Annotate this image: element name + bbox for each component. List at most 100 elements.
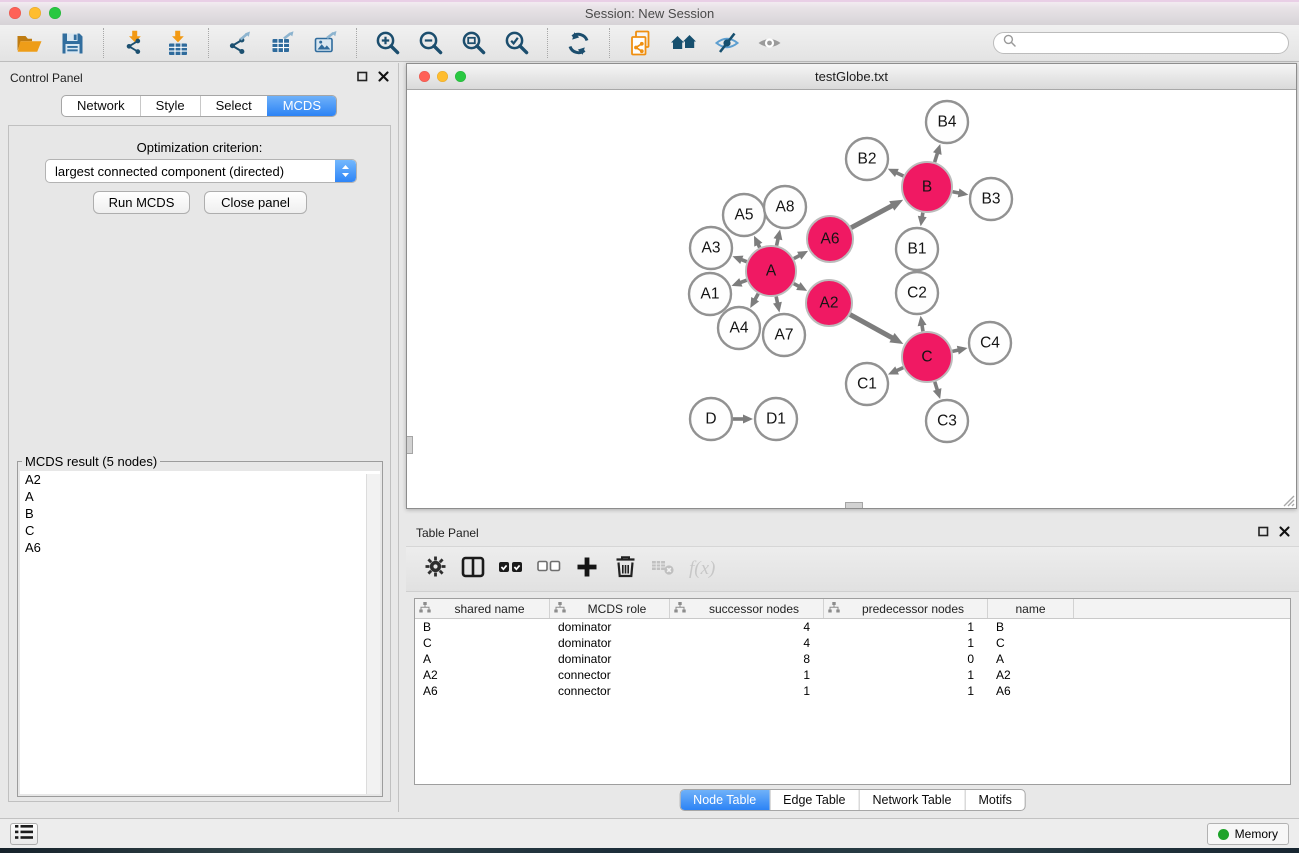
table-cell[interactable]: A: [415, 651, 550, 667]
tab-select[interactable]: Select: [200, 96, 267, 116]
float-table-panel-icon[interactable]: [1258, 526, 1269, 537]
table-cell[interactable]: 4: [670, 635, 824, 651]
result-scrollbar[interactable]: [366, 474, 380, 794]
table-cell[interactable]: dominator: [550, 619, 670, 635]
table-cell[interactable]: 8: [670, 651, 824, 667]
table-cell[interactable]: dominator: [550, 651, 670, 667]
table-cell[interactable]: C: [415, 635, 550, 651]
column-type-icon: [419, 602, 431, 616]
table-cell[interactable]: A6: [988, 683, 1074, 699]
resize-grip-icon[interactable]: [1281, 493, 1296, 508]
table-row-a2[interactable]: A2connector11A2: [415, 667, 1290, 683]
zoom-selected-button[interactable]: [498, 27, 535, 59]
zoom-out-button[interactable]: [412, 27, 449, 59]
search-field[interactable]: [993, 32, 1289, 54]
clone-network-button[interactable]: [622, 27, 659, 59]
add-column-button[interactable]: [575, 556, 599, 582]
node-label-D: D: [705, 411, 716, 428]
table-cell[interactable]: dominator: [550, 635, 670, 651]
table-cell[interactable]: 4: [670, 619, 824, 635]
result-item-b[interactable]: B: [20, 505, 380, 522]
float-panel-icon[interactable]: [357, 71, 368, 82]
table-row-c[interactable]: Cdominator41C: [415, 635, 1290, 651]
table-cell[interactable]: 1: [824, 667, 988, 683]
hide-view-button[interactable]: [708, 27, 745, 59]
column-header-shared-name[interactable]: shared name: [415, 599, 550, 618]
open-folder-button[interactable]: [11, 27, 48, 59]
delete-column-button[interactable]: [613, 556, 637, 582]
tab-edge-table[interactable]: Edge Table: [769, 790, 858, 810]
arrowhead-A-A7: [773, 302, 782, 313]
refresh-button[interactable]: [560, 27, 597, 59]
table-cell[interactable]: A2: [415, 667, 550, 683]
import-network-button[interactable]: [116, 27, 153, 59]
tab-network[interactable]: Network: [62, 96, 140, 116]
result-item-a[interactable]: A: [20, 488, 380, 505]
table-cell[interactable]: connector: [550, 683, 670, 699]
edge-A6-B[interactable]: [851, 205, 893, 228]
tab-motifs[interactable]: Motifs: [964, 790, 1024, 810]
tab-network-table[interactable]: Network Table: [859, 790, 965, 810]
export-network-button[interactable]: [221, 27, 258, 59]
table-cell[interactable]: A6: [415, 683, 550, 699]
task-history-button[interactable]: [10, 823, 38, 845]
arrowhead-C-C3: [933, 388, 942, 399]
network-minimize-button[interactable]: [437, 71, 448, 82]
table-cell[interactable]: A2: [988, 667, 1074, 683]
split-view-button[interactable]: [461, 556, 485, 582]
tab-mcds[interactable]: MCDS: [267, 96, 336, 116]
network-zoom-button[interactable]: [455, 71, 466, 82]
dropdown-stepper-icon[interactable]: [335, 160, 356, 182]
search-input[interactable]: [1022, 35, 1279, 51]
column-header-name[interactable]: name: [988, 599, 1074, 618]
table-row-a6[interactable]: A6connector11A6: [415, 683, 1290, 699]
column-header-predecessor-nodes[interactable]: predecessor nodes: [824, 599, 988, 618]
show-view-button[interactable]: [751, 27, 788, 59]
network-close-button[interactable]: [419, 71, 430, 82]
table-cell[interactable]: 0: [824, 651, 988, 667]
criterion-dropdown[interactable]: largest connected component (directed): [45, 159, 357, 183]
result-item-a2[interactable]: A2: [20, 471, 380, 488]
table-cell[interactable]: A: [988, 651, 1074, 667]
table-cell[interactable]: C: [988, 635, 1074, 651]
gear-button[interactable]: [423, 556, 447, 582]
column-header-successor-nodes[interactable]: successor nodes: [670, 599, 824, 618]
run-mcds-button[interactable]: Run MCDS: [93, 191, 190, 214]
close-table-panel-icon[interactable]: [1279, 526, 1290, 537]
table-row-b[interactable]: Bdominator41B: [415, 619, 1290, 635]
table-cell[interactable]: 1: [670, 667, 824, 683]
column-header-mcds-role[interactable]: MCDS role: [550, 599, 670, 618]
table-cell[interactable]: B: [415, 619, 550, 635]
tab-style[interactable]: Style: [140, 96, 200, 116]
result-item-a6[interactable]: A6: [20, 539, 380, 556]
table-cell[interactable]: 1: [670, 683, 824, 699]
close-panel-button[interactable]: Close panel: [204, 191, 307, 214]
close-panel-icon[interactable]: [378, 71, 389, 82]
table-cell[interactable]: 1: [824, 619, 988, 635]
mcds-result-list[interactable]: A2ABCA6: [20, 471, 380, 794]
home-button[interactable]: [665, 27, 702, 59]
left-scroll-grip[interactable]: [407, 436, 413, 454]
table-row-a[interactable]: Adominator80A: [415, 651, 1290, 667]
table-cell[interactable]: 1: [824, 635, 988, 651]
result-item-c[interactable]: C: [20, 522, 380, 539]
network-canvas[interactable]: AA1A2A3A4A5A6A7A8BB1B2B3B4CC1C2C3C4DD1: [407, 90, 1296, 508]
edge-A2-C[interactable]: [850, 315, 894, 339]
table-cell[interactable]: 1: [824, 683, 988, 699]
table-cell[interactable]: connector: [550, 667, 670, 683]
session-title: Session: New Session: [0, 0, 1299, 25]
show-view-icon: [756, 30, 783, 56]
bottom-scroll-grip[interactable]: [845, 502, 863, 508]
import-table-button[interactable]: [159, 27, 196, 59]
memory-button[interactable]: Memory: [1207, 823, 1289, 845]
zoom-fit-button[interactable]: [455, 27, 492, 59]
table-cell[interactable]: B: [988, 619, 1074, 635]
export-table-button[interactable]: [264, 27, 301, 59]
tab-node-table[interactable]: Node Table: [680, 790, 769, 810]
select-all-button[interactable]: [499, 556, 523, 582]
export-image-button[interactable]: [307, 27, 344, 59]
zoom-in-button[interactable]: [369, 27, 406, 59]
save-button[interactable]: [54, 27, 91, 59]
control-panel-tabs: NetworkStyleSelectMCDS: [61, 95, 337, 117]
deselect-all-button[interactable]: [537, 556, 561, 582]
